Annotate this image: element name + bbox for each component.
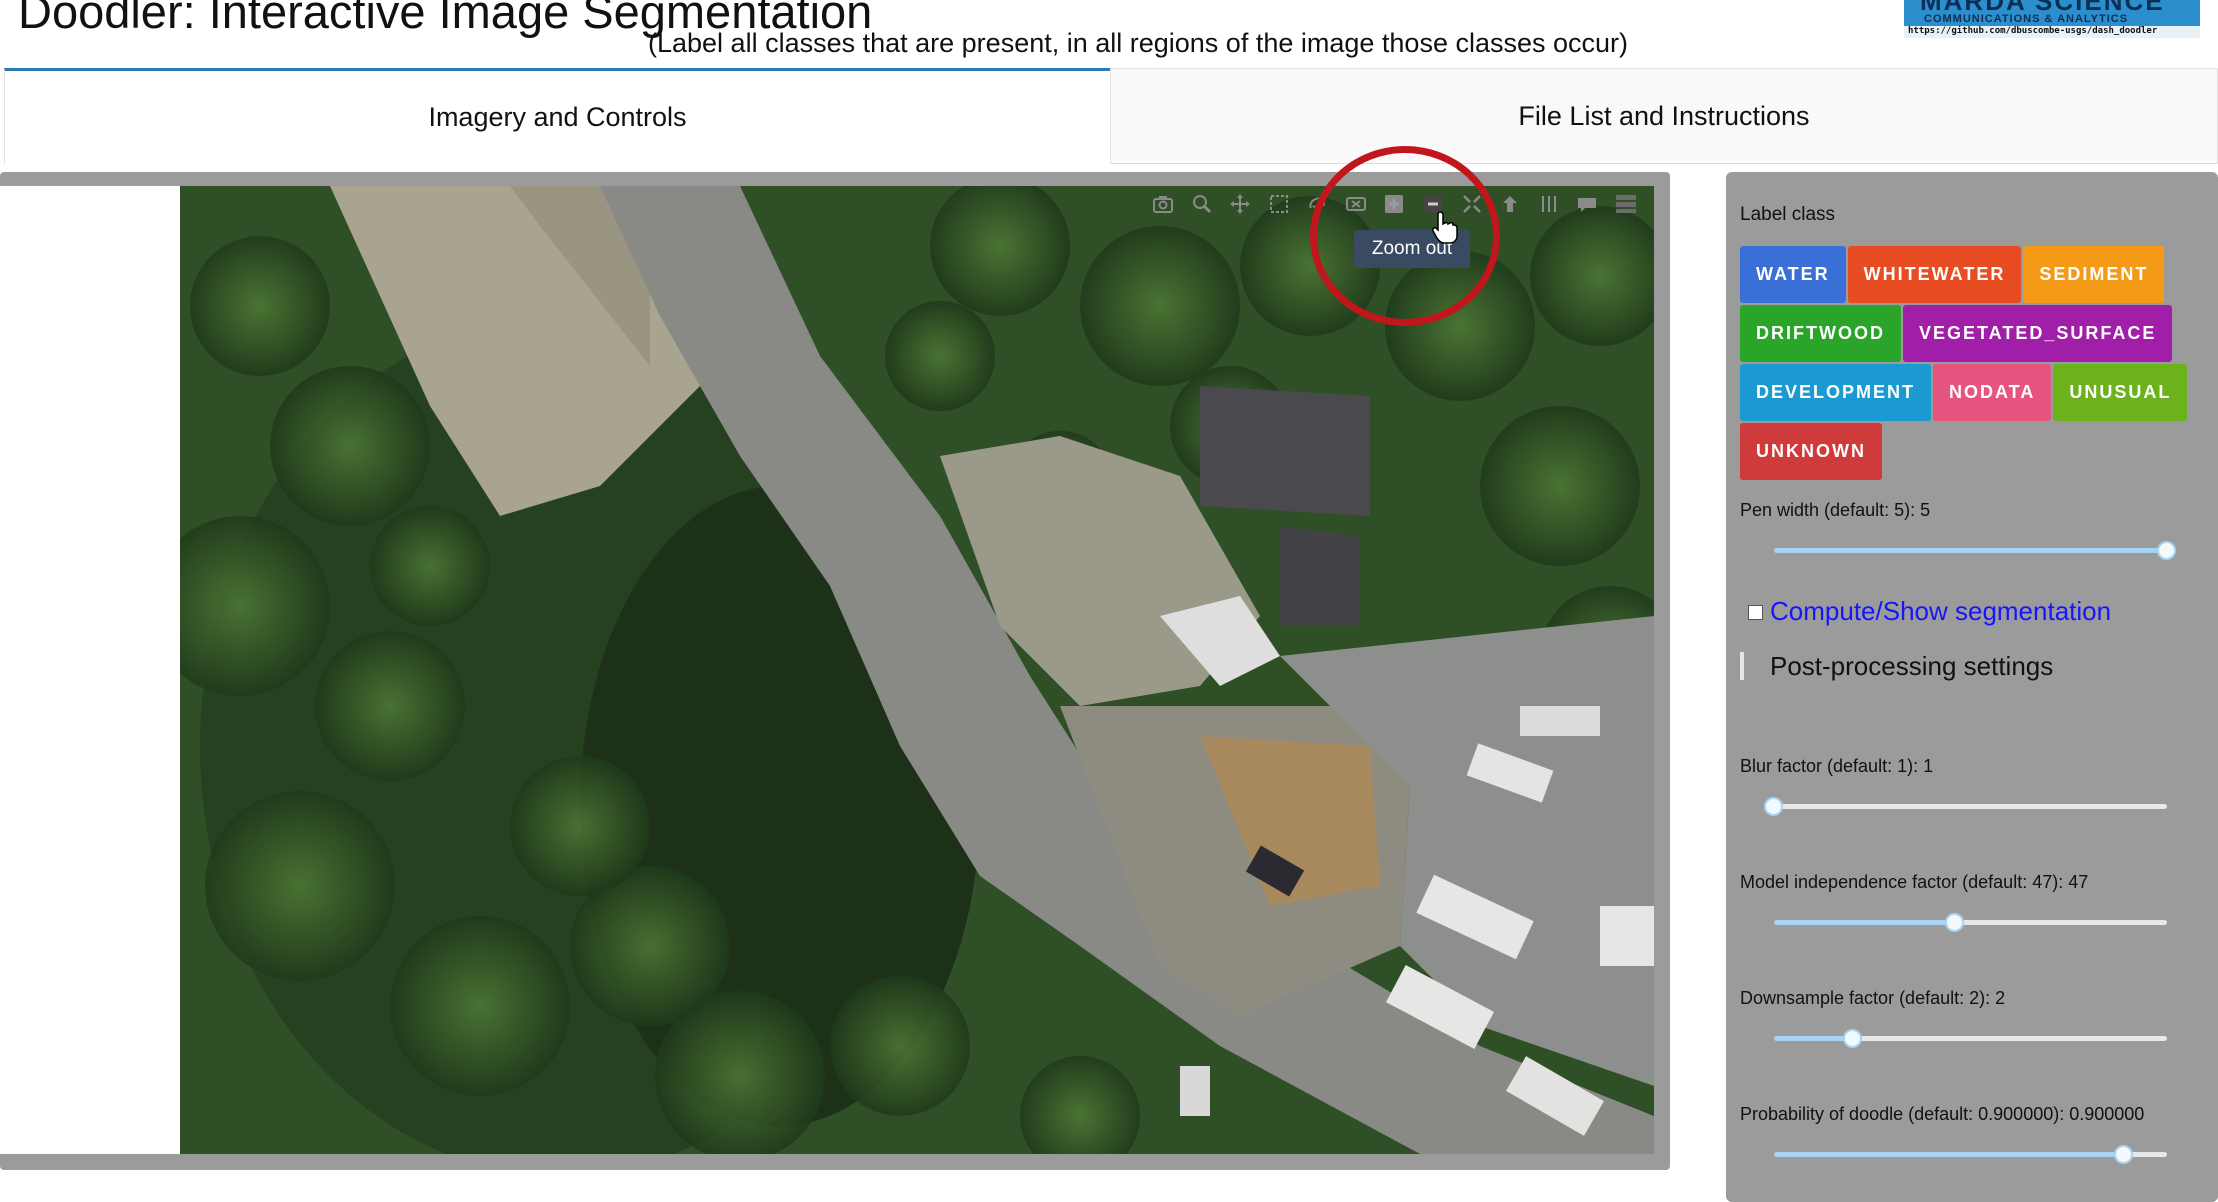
reset-axes-icon[interactable] — [1496, 190, 1524, 218]
probability-slider[interactable] — [1774, 1142, 2167, 1166]
slider-thumb[interactable] — [2157, 541, 2176, 560]
marda-science-logo: MARDA SCIENCE COMMUNICATIONS & ANALYTICS… — [1904, 0, 2200, 38]
tab-imagery-and-controls[interactable]: Imagery and Controls — [4, 68, 1110, 164]
aerial-image[interactable] — [150, 176, 1680, 1176]
image-margin — [0, 186, 180, 1154]
slider-thumb[interactable] — [1764, 797, 1783, 816]
class-button-nodata[interactable]: NODATA — [1933, 364, 2052, 421]
slider-thumb[interactable] — [2114, 1145, 2133, 1164]
probability-label: Probability of doodle (default: 0.900000… — [1740, 1104, 2145, 1124]
logo-url: https://github.com/dbuscombe-usgs/dash_d… — [1908, 26, 2158, 36]
instructions-subtitle: (Label all classes that are present, in … — [648, 28, 1629, 58]
hand-cursor-icon — [1432, 211, 1458, 244]
slider-thumb[interactable] — [1843, 1029, 1862, 1048]
pen-width-label: Pen width (default: 5): 5 — [1740, 500, 1931, 520]
class-button-water[interactable]: WATER — [1740, 246, 1846, 303]
slider-thumb[interactable] — [1945, 913, 1964, 932]
camera-icon[interactable] — [1149, 190, 1177, 218]
downsample-factor-label: Downsample factor (default: 2): 2 — [1740, 988, 2006, 1008]
segmentation-checkbox[interactable] — [1748, 605, 1763, 620]
label-class-buttons: WATER WHITEWATER SEDIMENT DRIFTWOOD VEGE… — [1740, 246, 2210, 482]
pen-width-slider[interactable] — [1774, 538, 2176, 562]
highlight-circle — [1310, 146, 1500, 326]
logo-band: MARDA SCIENCE COMMUNICATIONS & ANALYTICS — [1904, 0, 2200, 26]
label-class-title: Label class — [1740, 204, 1836, 225]
blur-factor-slider[interactable] — [1764, 794, 2167, 818]
aerial-image-svg[interactable] — [150, 176, 1680, 1176]
logo-sub: COMMUNICATIONS & ANALYTICS — [1924, 13, 2129, 25]
class-button-vegetated-surface[interactable]: VEGETATED_SURFACE — [1902, 305, 2173, 362]
zoom-icon[interactable] — [1188, 190, 1216, 218]
tab-file-list-and-instructions[interactable]: File List and Instructions — [1110, 68, 2218, 164]
class-button-whitewater[interactable]: WHITEWATER — [1847, 246, 2022, 303]
controls-panel: Label class WATER WHITEWATER SEDIMENT DR… — [1726, 172, 2218, 1202]
post-processing-title: Post-processing settings — [1770, 651, 2054, 681]
model-independence-label: Model independence factor (default: 47):… — [1740, 872, 2089, 892]
model-independence-slider[interactable] — [1774, 910, 2167, 934]
plotly-logo-icon[interactable] — [1612, 190, 1640, 218]
pan-icon[interactable] — [1226, 190, 1254, 218]
hover-closest-icon[interactable] — [1573, 190, 1601, 218]
compute-segmentation-link[interactable]: Compute/Show segmentation — [1770, 596, 2111, 627]
box-select-icon[interactable] — [1265, 190, 1293, 218]
class-button-development[interactable]: DEVELOPMENT — [1740, 364, 1932, 421]
image-panel: Zoom out — [0, 146, 1680, 1176]
spike-lines-icon[interactable] — [1535, 190, 1563, 218]
class-button-sediment[interactable]: SEDIMENT — [2023, 246, 2165, 303]
downsample-factor-slider[interactable] — [1774, 1026, 2167, 1050]
class-button-unusual[interactable]: UNUSUAL — [2053, 364, 2188, 421]
section-marker — [1740, 652, 1744, 680]
class-button-unknown[interactable]: UNKNOWN — [1740, 423, 1882, 480]
class-button-driftwood[interactable]: DRIFTWOOD — [1740, 305, 1901, 362]
blur-factor-label: Blur factor (default: 1): 1 — [1740, 756, 1934, 776]
